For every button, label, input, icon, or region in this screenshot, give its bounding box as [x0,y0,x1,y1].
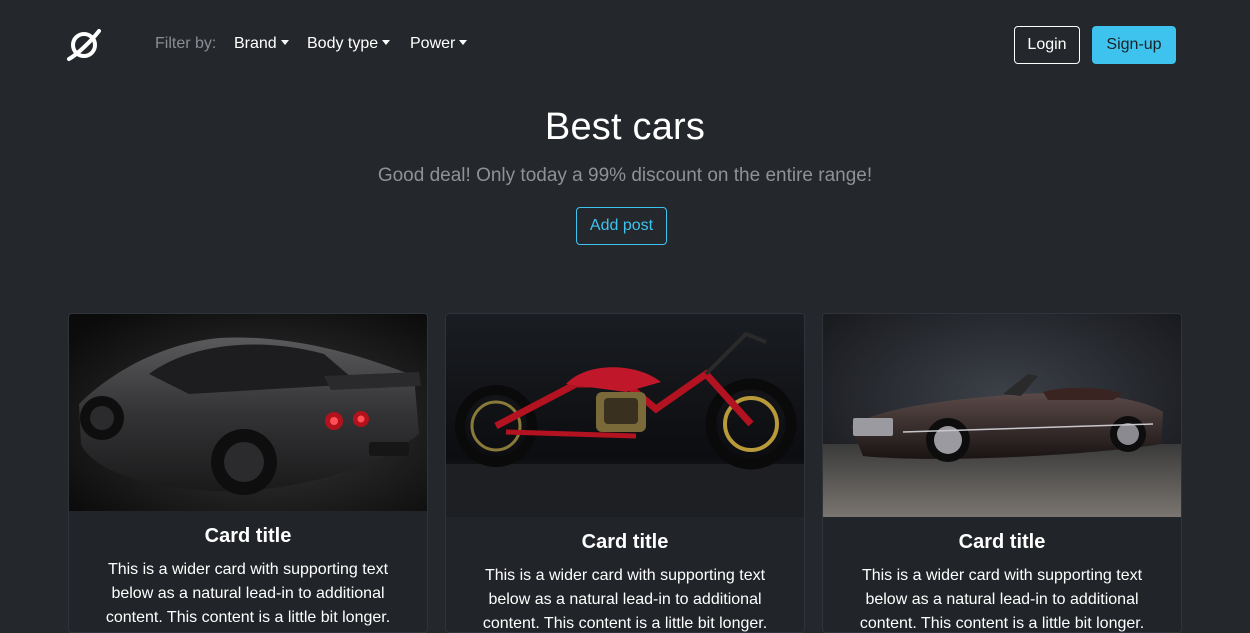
card-text: This is a wider card with supporting tex… [859,567,1145,632]
card: Card title This is a wider card with sup… [822,313,1182,633]
card-text: This is a wider card with supporting tex… [105,561,391,626]
card: Card title This is a wider card with sup… [445,313,805,633]
card-title: Card title [958,531,1046,553]
planet-ring-icon[interactable] [66,28,102,62]
card: Card title This is a wider card with sup… [68,313,428,633]
body-type-dropdown[interactable]: Body type [307,35,391,53]
caret-down-icon [459,40,468,45]
caret-down-icon [382,40,391,45]
card-title: Card title [204,525,292,547]
brand-dropdown[interactable]: Brand [234,35,289,53]
body-type-dropdown-label: Body type [307,35,379,52]
login-button[interactable]: Login [1014,26,1080,64]
caret-down-icon [280,40,289,45]
page-subtitle: Good deal! Only today a 99% discount on … [377,165,873,186]
brand-dropdown-label: Brand [234,35,277,52]
add-post-button[interactable]: Add post [576,207,667,245]
card-body: Card title This is a wider card with sup… [446,517,804,632]
card-image-motorcycle [446,314,804,517]
card-image-sports-car [69,314,427,511]
power-dropdown[interactable]: Power [410,35,468,53]
navbar: Filter by: Brand Body type Power Login S… [0,0,1250,90]
power-dropdown-label: Power [410,35,456,52]
card-body: Card title This is a wider card with sup… [69,511,427,630]
page-title: Best cars [544,106,706,148]
card-body: Card title This is a wider card with sup… [823,517,1181,632]
filter-label: Filter by: [155,35,217,52]
signup-button[interactable]: Sign-up [1092,26,1176,64]
card-image-convertible [823,314,1181,517]
card-title: Card title [581,531,669,553]
card-text: This is a wider card with supporting tex… [482,567,768,632]
